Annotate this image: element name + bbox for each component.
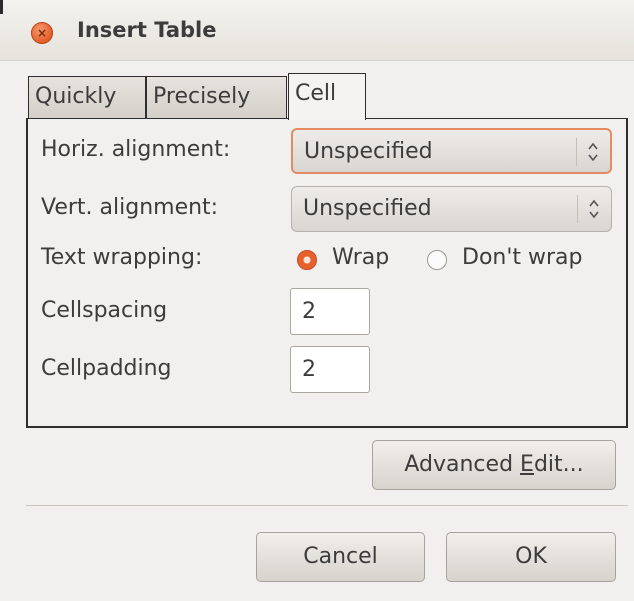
horiz-alignment-label: Horiz. alignment:: [41, 137, 231, 162]
ok-button[interactable]: OK: [446, 532, 616, 582]
close-icon[interactable]: ×: [31, 22, 53, 44]
advanced-edit-button[interactable]: Advanced Edit...: [372, 440, 616, 490]
wrap-option-label[interactable]: Wrap: [332, 245, 389, 270]
text-wrapping-label: Text wrapping:: [41, 245, 203, 270]
updown-arrows-icon: [588, 142, 598, 162]
vert-alignment-combo[interactable]: Unspecified: [291, 186, 612, 232]
cancel-button[interactable]: Cancel: [256, 532, 425, 582]
button-divider: [26, 505, 628, 506]
dont-wrap-option-label[interactable]: Don't wrap: [462, 245, 583, 270]
combo-separator: [577, 195, 578, 223]
window-title: Insert Table: [77, 18, 217, 42]
advanced-edit-prefix: Advanced: [404, 452, 521, 477]
tab-cell[interactable]: Cell: [288, 73, 366, 120]
updown-arrows-icon: [589, 199, 599, 219]
dont-wrap-radio[interactable]: [427, 250, 447, 270]
window-corner: [0, 0, 3, 14]
vert-alignment-value: Unspecified: [303, 196, 432, 221]
cellpadding-label: Cellpadding: [41, 356, 172, 381]
tab-quickly[interactable]: Quickly: [28, 76, 146, 118]
advanced-edit-suffix: dit...: [533, 452, 584, 477]
vert-alignment-label: Vert. alignment:: [41, 195, 219, 220]
combo-separator: [576, 138, 577, 166]
wrap-radio[interactable]: [297, 250, 317, 270]
cellpadding-input[interactable]: 2: [290, 346, 370, 393]
advanced-edit-mnemonic: E: [520, 452, 534, 477]
horiz-alignment-value: Unspecified: [304, 139, 433, 164]
title-bar: × Insert Table: [0, 0, 634, 61]
tab-precisely[interactable]: Precisely: [146, 76, 287, 118]
horiz-alignment-combo[interactable]: Unspecified: [291, 128, 612, 174]
cellspacing-input[interactable]: 2: [290, 288, 370, 335]
cellspacing-label: Cellspacing: [41, 298, 168, 323]
